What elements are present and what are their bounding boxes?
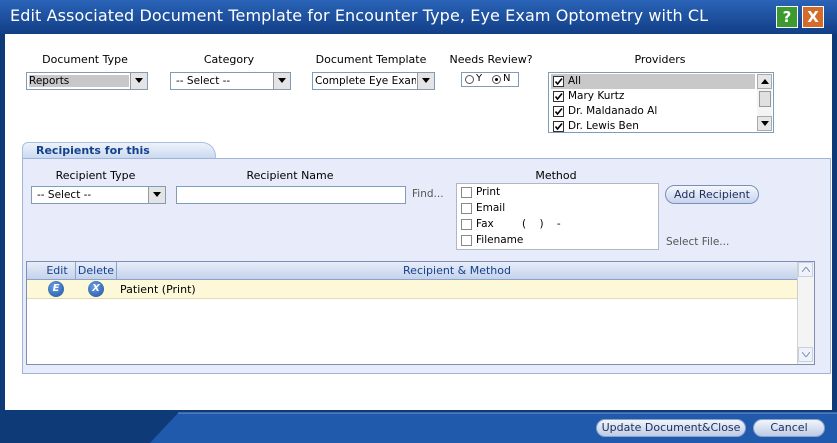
- document-type-select[interactable]: Reports: [26, 72, 148, 90]
- table-row[interactable]: E X Patient (Print): [27, 280, 798, 299]
- method-list: Print Email Fax ( ) - Filename: [456, 183, 659, 250]
- document-type-label: Document Type: [42, 53, 128, 66]
- provider-item[interactable]: All: [551, 74, 755, 89]
- recipient-name-input[interactable]: [176, 186, 406, 204]
- provider-label: Dr. Lewis Ben: [568, 120, 639, 132]
- method-item-fax[interactable]: Fax ( ) -: [459, 217, 655, 233]
- provider-item[interactable]: Mary Kurtz: [551, 89, 755, 104]
- provider-label: All: [568, 75, 582, 87]
- document-template-label: Document Template: [315, 53, 427, 66]
- checkbox-unchecked-icon[interactable]: [461, 187, 472, 198]
- fax-number-field[interactable]: ( ) -: [522, 218, 561, 230]
- add-recipient-button[interactable]: Add Recipient: [665, 185, 759, 204]
- cancel-button[interactable]: Cancel: [753, 419, 825, 437]
- document-template-select[interactable]: Complete Eye Exam F: [312, 72, 435, 90]
- column-header-edit: Edit: [46, 264, 68, 277]
- method-label-fax: Fax: [476, 218, 494, 230]
- title-bar: Edit Associated Document Template for En…: [0, 0, 837, 34]
- recipient-type-select[interactable]: -- Select --: [31, 186, 166, 204]
- radio-yes[interactable]: [465, 75, 474, 84]
- checkbox-checked-icon[interactable]: [553, 106, 564, 117]
- category-value: -- Select --: [176, 75, 231, 87]
- category-select[interactable]: -- Select --: [170, 72, 291, 90]
- method-item-email[interactable]: Email: [459, 201, 655, 217]
- recipient-cell: Patient (Print): [120, 283, 196, 296]
- scroll-up-icon[interactable]: [757, 74, 772, 89]
- help-button[interactable]: ?: [776, 6, 798, 28]
- needs-review-label: Needs Review?: [449, 53, 533, 66]
- column-divider: [75, 262, 76, 279]
- find-link[interactable]: Find...: [412, 188, 444, 200]
- checkbox-unchecked-icon[interactable]: [461, 219, 472, 230]
- providers-label: Providers: [634, 53, 686, 66]
- window-title: Edit Associated Document Template for En…: [10, 6, 709, 25]
- update-document-close-button[interactable]: Update Document&Close: [596, 419, 746, 437]
- method-label-email: Email: [476, 202, 506, 214]
- method-label-print: Print: [476, 186, 501, 198]
- chevron-down-icon[interactable]: [273, 73, 290, 89]
- provider-item[interactable]: Dr. Lewis Ben: [551, 119, 755, 132]
- recipient-type-label: Recipient Type: [55, 169, 136, 182]
- provider-label: Dr. Maldanado Al: [568, 105, 658, 117]
- grid-scrollbar[interactable]: [797, 262, 814, 364]
- column-header-recipient: Recipient & Method: [403, 264, 511, 277]
- provider-item[interactable]: Dr. Maldanado Al: [551, 104, 755, 119]
- radio-no-label: N: [503, 73, 511, 84]
- document-type-value: Reports: [29, 75, 129, 87]
- method-item-filename[interactable]: Filename: [459, 233, 655, 249]
- chevron-down-icon[interactable]: [148, 187, 165, 203]
- category-label: Category: [203, 53, 255, 66]
- providers-scrollbar[interactable]: [757, 74, 772, 131]
- grid-header: Edit Delete Recipient & Method: [27, 262, 798, 280]
- scroll-thumb[interactable]: [759, 91, 771, 107]
- delete-icon[interactable]: X: [88, 281, 104, 297]
- scroll-down-icon[interactable]: [757, 116, 772, 131]
- method-label-filename: Filename: [476, 234, 524, 246]
- chevron-down-icon[interactable]: [417, 73, 434, 89]
- checkbox-checked-icon[interactable]: [553, 121, 564, 132]
- recipients-panel: Recipient Type -- Select -- Recipient Na…: [22, 158, 831, 374]
- scroll-up-icon[interactable]: [798, 262, 813, 277]
- select-file-link[interactable]: Select File...: [666, 236, 729, 248]
- checkbox-checked-icon[interactable]: [553, 91, 564, 102]
- recipient-type-value: -- Select --: [37, 189, 92, 201]
- radio-yes-label: Y: [476, 73, 483, 84]
- chevron-down-icon[interactable]: [130, 73, 147, 89]
- method-label: Method: [535, 169, 577, 182]
- providers-list[interactable]: All Mary Kurtz Dr. Maldanado Al Dr. Lewi…: [548, 72, 774, 133]
- needs-review-radio-group: Y N: [461, 72, 519, 87]
- close-button[interactable]: X: [802, 6, 824, 28]
- radio-no[interactable]: [492, 75, 501, 84]
- checkbox-checked-icon[interactable]: [553, 76, 564, 87]
- method-item-print[interactable]: Print: [459, 185, 655, 201]
- edit-icon[interactable]: E: [48, 281, 64, 297]
- checkbox-unchecked-icon[interactable]: [461, 203, 472, 214]
- tab-recipients[interactable]: Recipients for this document: [22, 142, 216, 170]
- recipient-name-label: Recipient Name: [246, 169, 334, 182]
- scroll-down-icon[interactable]: [798, 347, 813, 362]
- provider-label: Mary Kurtz: [568, 90, 625, 102]
- recipients-grid: Edit Delete Recipient & Method E X Patie…: [26, 261, 815, 365]
- dialog-body: Document Type Reports Category -- Select…: [5, 34, 832, 410]
- column-header-delete: Delete: [77, 264, 115, 277]
- document-template-value: Complete Eye Exam F: [315, 75, 416, 87]
- checkbox-unchecked-icon[interactable]: [461, 235, 472, 246]
